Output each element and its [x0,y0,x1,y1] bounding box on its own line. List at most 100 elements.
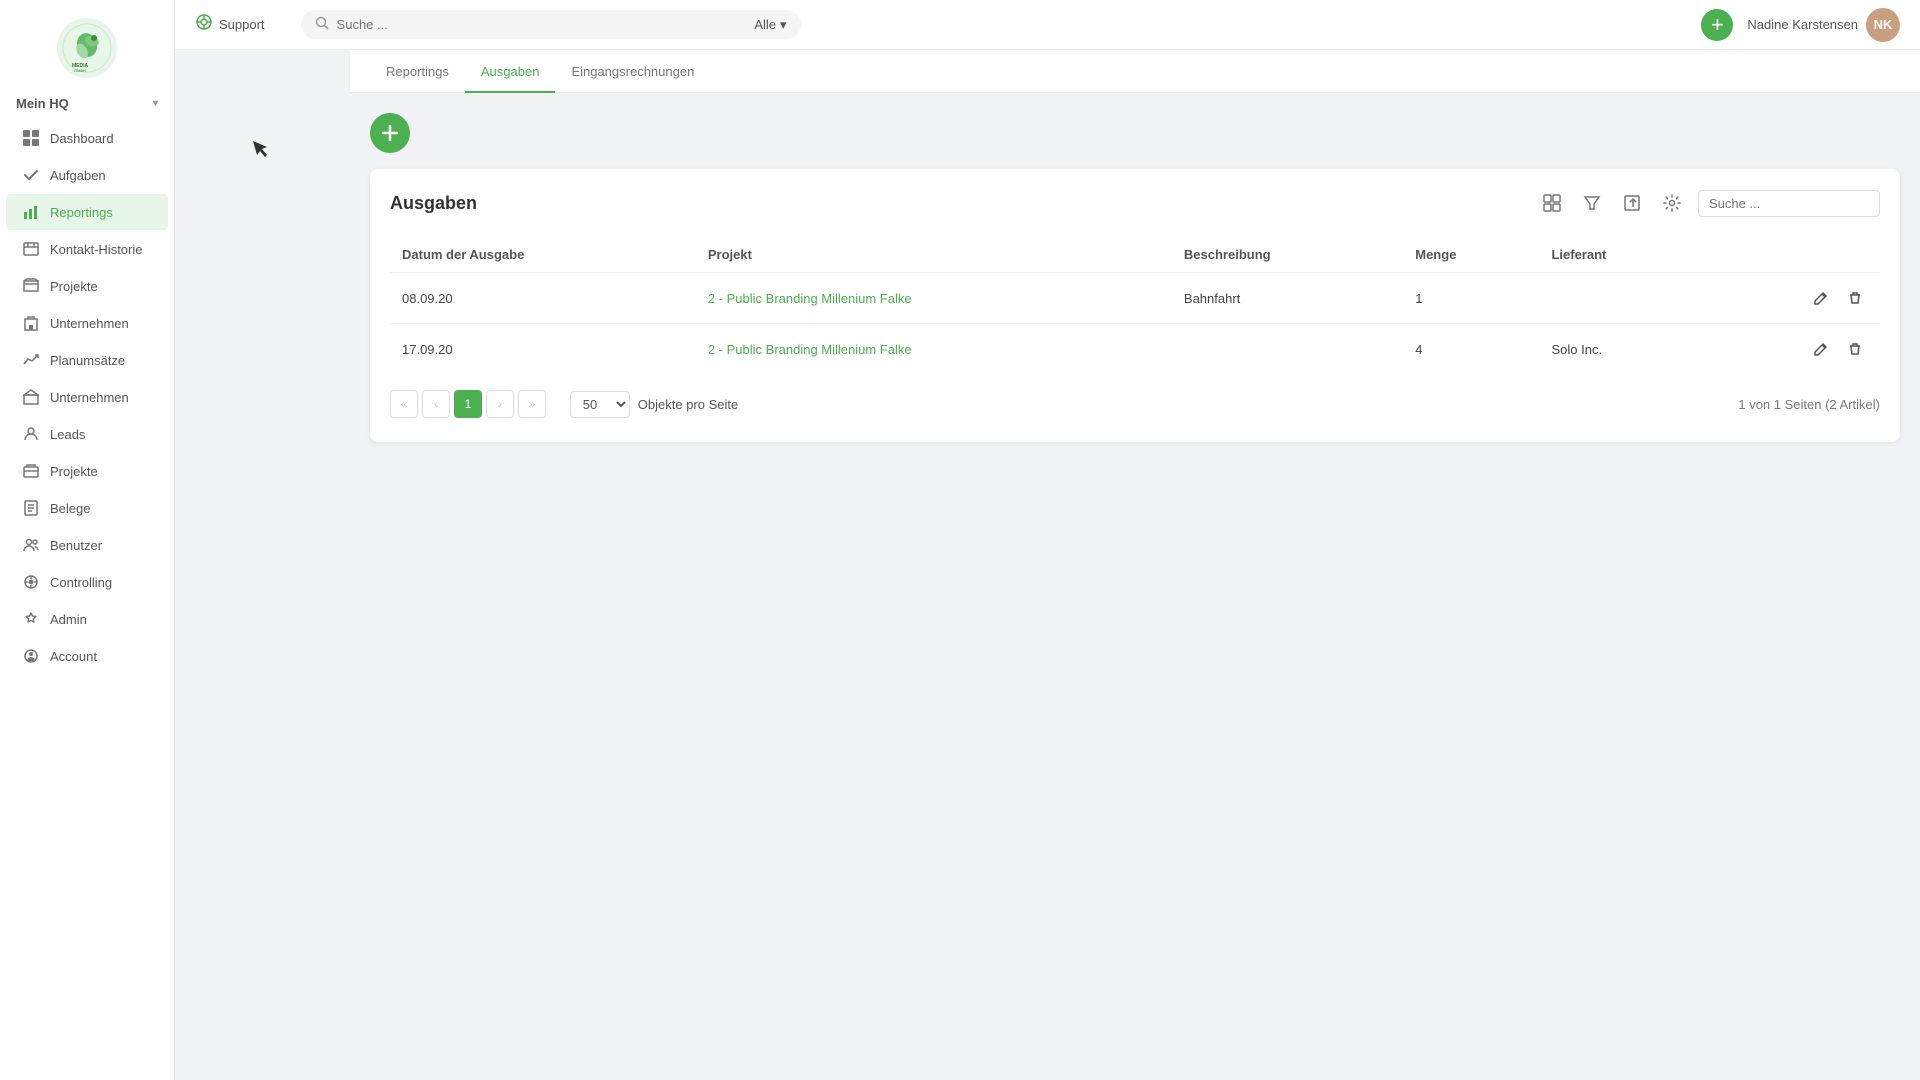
col-projekt: Projekt [696,237,1172,273]
first-page-button[interactable]: « [390,390,418,418]
cell-projekt: 2 - Public Branding Millenium Falke [696,273,1172,324]
sidebar-item-aufgaben[interactable]: Aufgaben [6,157,168,193]
search-icon [315,16,329,33]
page-size-control: « ‹ 1 › » 10 25 50 100 Objekte pro Seite [390,390,738,418]
search-input[interactable] [337,17,747,32]
main-content: Reportings Ausgaben Eingangsrechnungen A… [350,50,1920,1080]
tab-ausgaben[interactable]: Ausgaben [465,50,556,93]
prev-page-button[interactable]: ‹ [422,390,450,418]
kontakt-icon [22,240,40,258]
delete-row-button[interactable] [1842,336,1868,362]
sidebar-item-projekte2[interactable]: Projekte [6,453,168,489]
account-icon [22,647,40,665]
sidebar-item-dashboard[interactable]: Dashboard [6,120,168,156]
col-menge: Menge [1403,237,1539,273]
table-title: Ausgaben [390,193,477,214]
tab-eingangsrechnungen[interactable]: Eingangsrechnungen [555,50,710,93]
edit-row-button[interactable] [1808,285,1834,311]
sidebar-item-belege[interactable]: Belege [6,490,168,526]
sidebar-item-kontakt-historie[interactable]: Kontakt-Historie [6,231,168,267]
aufgaben-icon [22,166,40,184]
table-row: 17.09.20 2 - Public Branding Millenium F… [390,324,1880,375]
last-page-button[interactable]: » [518,390,546,418]
search-scope-selector[interactable]: Alle ▾ [754,17,786,33]
cursor [253,141,265,153]
table-row: 08.09.20 2 - Public Branding Millenium F… [390,273,1880,324]
tab-label: Eingangsrechnungen [571,64,694,79]
sidebar-item-leads[interactable]: Leads [6,416,168,452]
tab-reportings[interactable]: Reportings [370,50,465,93]
col-datum: Datum der Ausgabe [390,237,696,273]
unternehmen-icon [22,314,40,332]
sidebar-item-label: Unternehmen [50,316,129,331]
belege-icon [22,499,40,517]
sidebar-item-label: Dashboard [50,131,114,146]
tab-label: Reportings [386,64,449,79]
next-page-button[interactable]: › [486,390,514,418]
cell-datum: 17.09.20 [390,324,696,375]
sidebar-item-reportings[interactable]: Reportings [6,194,168,230]
table-search-input[interactable] [1709,196,1869,211]
page-info: 1 von 1 Seiten (2 Artikel) [1738,397,1880,412]
table-card-header: Ausgaben [390,189,1880,217]
settings-icon[interactable] [1658,189,1686,217]
tab-label: Ausgaben [481,64,540,79]
sidebar-item-label: Unternehmen [50,390,129,405]
edit-row-button[interactable] [1808,336,1834,362]
avatar: NK [1866,8,1900,42]
topbar-right: + Nadine Karstensen NK [1701,8,1900,42]
sidebar-item-controlling[interactable]: Controlling [6,564,168,600]
projekte2-icon [22,462,40,480]
topbar-user[interactable]: Nadine Karstensen NK [1747,8,1900,42]
support-link[interactable]: Support [195,13,265,36]
chevron-down-icon: ▾ [153,98,158,109]
dashboard-icon [22,129,40,147]
sidebar-section-header[interactable]: Mein HQ ▾ [0,88,174,119]
cell-beschreibung: Bahnfahrt [1172,273,1403,324]
sidebar-nav: Mein HQ ▾ Dashboard Aufgaben Reportings [0,88,174,1080]
sidebar-item-unternehmen1[interactable]: Unternehmen [6,305,168,341]
delete-row-button[interactable] [1842,285,1868,311]
page-1-button[interactable]: 1 [454,390,482,418]
sidebar-section-label: Mein HQ [16,96,69,111]
sidebar-item-account[interactable]: Account [6,638,168,674]
page-size-select[interactable]: 10 25 50 100 [570,391,630,418]
svg-text:GMBH: GMBH [74,68,86,73]
projekte-icon [22,277,40,295]
sidebar-item-label: Admin [50,612,87,627]
sidebar-item-label: Projekte [50,279,98,294]
filter-icon[interactable] [1578,189,1606,217]
ausgaben-table: Datum der Ausgabe Projekt Beschreibung M… [390,237,1880,374]
sidebar-item-unternehmen2[interactable]: Unternehmen [6,379,168,415]
support-icon [195,13,213,36]
cell-actions [1704,324,1880,375]
table-search-bar [1698,190,1880,217]
add-ausgabe-button[interactable] [370,113,410,153]
export-icon[interactable] [1618,189,1646,217]
page-size-label: Objekte pro Seite [638,397,738,412]
sidebar-item-planumsaetze[interactable]: Planumsätze [6,342,168,378]
cell-menge: 1 [1403,273,1539,324]
tabs-bar: Reportings Ausgaben Eingangsrechnungen [350,50,1920,93]
sidebar-item-label: Reportings [50,205,113,220]
pagination-bar: « ‹ 1 › » 10 25 50 100 Objekte pro Seite [390,374,1880,422]
planumsaetze-icon [22,351,40,369]
cell-menge: 4 [1403,324,1539,375]
search-scope-label: Alle [754,17,776,32]
sidebar-item-projekte1[interactable]: Projekte [6,268,168,304]
sidebar-item-admin[interactable]: Admin [6,601,168,637]
chevron-down-icon: ▾ [780,17,787,33]
leads-icon [22,425,40,443]
sidebar-item-label: Leads [50,427,85,442]
table-view-icon[interactable] [1538,189,1566,217]
sidebar-item-benutzer[interactable]: Benutzer [6,527,168,563]
support-label: Support [219,17,265,32]
col-beschreibung: Beschreibung [1172,237,1403,273]
ausgaben-table-card: Ausgaben [370,169,1900,442]
sidebar: MEDIA GMBH Mein HQ ▾ Dashboard Aufgaben … [0,0,175,1080]
col-lieferant: Lieferant [1539,237,1704,273]
table-actions [1538,189,1880,217]
topbar-add-button[interactable]: + [1701,9,1733,41]
admin-icon [22,610,40,628]
unternehmen2-icon [22,388,40,406]
